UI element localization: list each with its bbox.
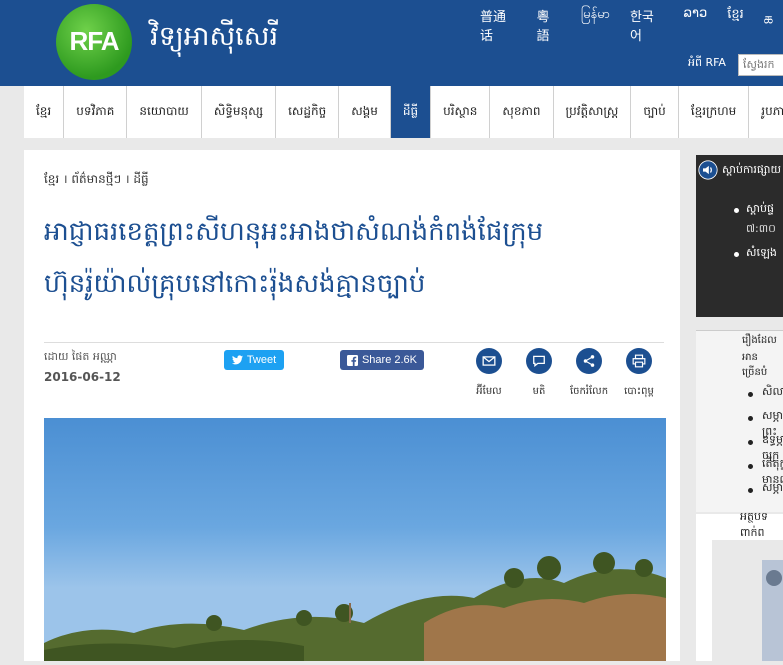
landscape-image	[44, 552, 666, 661]
facebook-icon	[346, 354, 358, 366]
article-photo	[44, 418, 666, 661]
nav-item-history[interactable]: ប្រវត្តិសាស្ត្រ	[553, 86, 632, 138]
related-header: អត្ថបទពាក់ព	[740, 510, 768, 539]
search-input[interactable]: ស្វែងរក	[738, 54, 783, 76]
nav-item-environment[interactable]: បរិស្ថាន	[431, 86, 491, 138]
lang-mandarin[interactable]: 普通话	[470, 6, 527, 44]
article-headline: អាជ្ញាធរខេត្តព្រះសីហនុអះអាងថាសំណង់កំពង់ផ…	[44, 206, 664, 310]
listen-header: ស្ដាប់ការផ្សាយ	[722, 163, 781, 176]
facebook-share-button[interactable]: Share 2.6K	[340, 350, 424, 370]
nav-item-law[interactable]: ច្បាប់	[631, 86, 679, 138]
nav-item-human-rights[interactable]: សិទ្ធិមនុស្ស	[201, 86, 277, 138]
about-rfa-link[interactable]: អំពី RFA	[688, 56, 726, 72]
nav-item-politics[interactable]: នយោបាយ	[127, 86, 202, 138]
headline-line-2: ហ៊ុនរ៉ូយ៉ាល់គ្រុបនៅកោះរ៉ុងសង់គ្មានច្បាប់	[44, 269, 426, 299]
related-thumbnail[interactable]	[712, 540, 783, 661]
lang-cantonese[interactable]: 粵語	[527, 6, 571, 44]
email-icon	[482, 356, 496, 366]
nav-item-economy[interactable]: សេដ្ឋកិច្ច	[276, 86, 340, 138]
byline: ដោយ ផៃត អឈ្ណា	[44, 350, 117, 363]
share-label: Share 2.6K	[361, 354, 418, 366]
headline-line-1: អាជ្ញាធរខេត្តព្រះសីហនុអះអាងថាសំណង់កំពង់ផ…	[44, 217, 544, 247]
article-date: 2016-06-12	[44, 370, 121, 384]
email-button[interactable]	[476, 348, 502, 374]
speaker-icon[interactable]	[698, 160, 718, 180]
lang-korean[interactable]: 한국어	[620, 6, 674, 44]
bullet-icon	[734, 208, 739, 213]
list-item[interactable]: សម្ភាសលោ	[762, 481, 783, 497]
site-title[interactable]: វិទ្យុអាស៊ីសេរី	[150, 20, 278, 59]
logo-text[interactable]: RFA	[56, 26, 132, 57]
bullet-icon	[748, 416, 753, 421]
bullet-icon	[748, 488, 753, 493]
bullet-icon	[734, 252, 739, 257]
share-button[interactable]	[576, 348, 602, 374]
main-nav: ខ្មែរ បទវិភាគ នយោបាយ សិទ្ធិមនុស្ស សេដ្ឋក…	[24, 86, 783, 138]
bullet-icon	[748, 392, 753, 397]
lang-tibetan[interactable]: ཆ	[754, 6, 783, 44]
tweet-button[interactable]: Tweet	[224, 350, 284, 370]
bullet-icon	[748, 464, 753, 469]
nav-item-land[interactable]: ដីធ្លី	[390, 86, 432, 138]
comment-button[interactable]	[526, 348, 552, 374]
divider	[44, 342, 664, 343]
lang-lao[interactable]: ລາວ	[674, 6, 718, 44]
share-tool-label: ចែករំលែក	[569, 386, 609, 397]
most-read-header: រឿងដែល	[742, 335, 777, 346]
print-icon	[632, 354, 646, 368]
nav-item-khmer-rouge[interactable]: ខ្មែរក្រហម	[678, 86, 750, 138]
listen-item-time: ៧:៣០	[746, 222, 776, 235]
most-read-subheader: អានច្រើនបំ	[742, 352, 768, 378]
language-switcher: 普通话 粵語 မြန်မာ 한국어 ລາວ ខ្មែរ ཆ	[470, 6, 783, 44]
lang-khmer[interactable]: ខ្មែរ	[717, 6, 754, 44]
nav-item-analysis[interactable]: បទវិភាគ	[64, 86, 128, 138]
breadcrumb[interactable]: ខ្មែរ । ព័ត៌មានថ្មីៗ । ដីធ្លី	[44, 170, 149, 189]
nav-item-photos[interactable]: រូបភាព	[749, 86, 783, 138]
twitter-icon	[231, 355, 243, 365]
listen-item[interactable]: សំឡេង	[746, 246, 777, 262]
comment-icon	[533, 355, 545, 368]
lang-burmese[interactable]: မြန်မာ	[571, 6, 620, 44]
share-icon	[583, 355, 595, 367]
print-button[interactable]	[626, 348, 652, 374]
thumbnail-image	[762, 560, 783, 661]
print-label: បោះពុម្ព	[624, 386, 654, 397]
listen-item[interactable]: ស្ដាប់ផ្ទ	[746, 202, 774, 218]
nav-item-society[interactable]: សង្គម	[339, 86, 391, 138]
comment-label: មតិ	[532, 386, 546, 397]
tweet-label: Tweet	[246, 354, 277, 366]
nav-item-khmer[interactable]: ខ្មែរ	[24, 86, 65, 138]
email-label: អ៊ីមែល	[476, 386, 502, 397]
bullet-icon	[748, 440, 753, 445]
nav-item-health[interactable]: សុខភាព	[490, 86, 554, 138]
list-item[interactable]: សិលាលេ	[762, 385, 783, 401]
